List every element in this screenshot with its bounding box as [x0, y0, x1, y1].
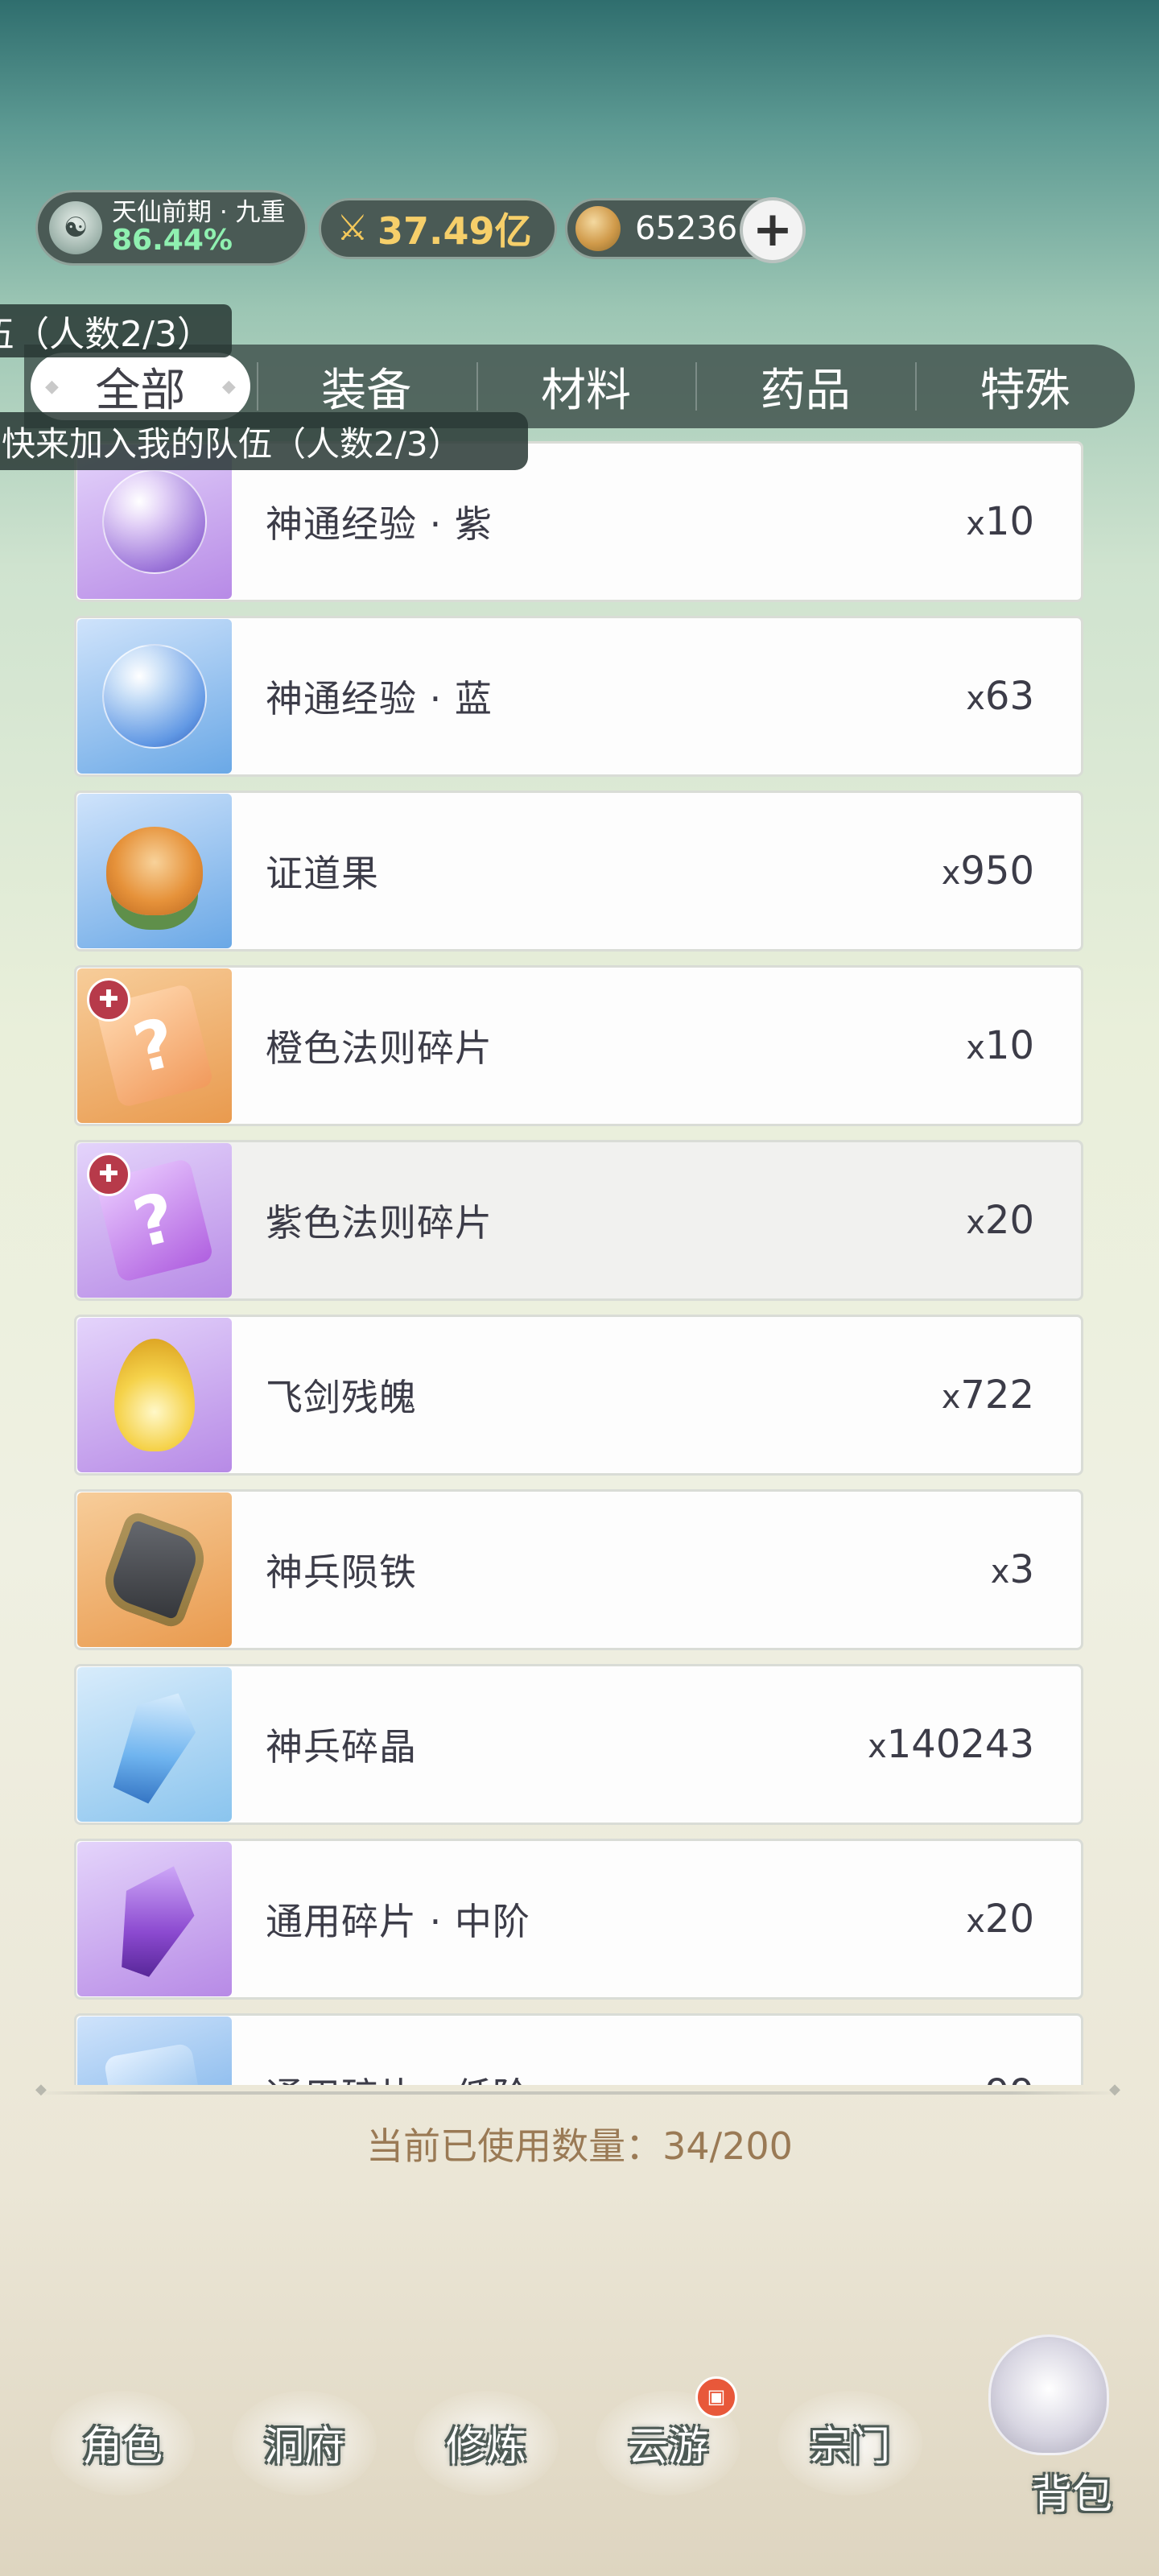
item-name: 紫色法则碎片	[266, 1201, 493, 1245]
item-count: x140243	[868, 1722, 1034, 1767]
crossed-swords-icon: ⚔	[336, 208, 369, 249]
list-divider	[35, 2081, 1120, 2098]
item-count: x99	[966, 2071, 1034, 2085]
nav-cave[interactable]: 洞府	[224, 2383, 385, 2504]
item-count: x20	[966, 1897, 1034, 1942]
combat-power[interactable]: ⚔ 37.49亿	[319, 198, 557, 259]
list-item[interactable]: 神通经验 · 蓝 x63	[74, 616, 1083, 777]
nav-label: 修炼	[446, 2423, 526, 2470]
blue-exp-orb-icon	[77, 619, 232, 774]
tab-special[interactable]: 特殊	[915, 345, 1135, 428]
nav-label: 宗门	[810, 2423, 890, 2470]
list-item[interactable]: 证道果 x950	[74, 791, 1083, 952]
crystal-shard-icon	[77, 1667, 232, 1822]
list-item[interactable]: 通用碎片 · 低阶 x99	[74, 2013, 1083, 2085]
coin-value: 65236	[635, 210, 738, 247]
purple-law-fragment-icon: ? ✚	[77, 1143, 232, 1298]
bottom-nav: 角色 洞府 修炼 云游 ▣ 宗门 背包	[0, 2334, 1159, 2536]
power-value: 37.49亿	[377, 209, 532, 253]
nav-character[interactable]: 角色	[42, 2383, 203, 2504]
list-item[interactable]: ? ✚ 橙色法则碎片 x10	[74, 965, 1083, 1126]
nav-sect[interactable]: 宗门	[769, 2383, 930, 2504]
nav-label: 洞府	[264, 2423, 344, 2470]
team-invite-message[interactable]: 快来加入我的队伍（人数2/3）	[0, 412, 528, 470]
list-item[interactable]: 神兵陨铁 x3	[74, 1489, 1083, 1650]
nav-label: 角色	[82, 2423, 163, 2470]
inventory-list[interactable]: 神通经验 · 紫 x10 神通经验 · 蓝 x63 证道果 x950 ? ✚ 橙…	[74, 441, 1083, 2085]
tab-all[interactable]: 全部	[31, 353, 250, 420]
spirit-stone-icon	[575, 206, 621, 251]
item-name: 神通经验 · 蓝	[266, 677, 493, 720]
puzzle-badge-icon: ✚	[87, 1153, 130, 1196]
item-count: x10	[966, 499, 1034, 544]
nav-label: 云游	[628, 2423, 708, 2470]
item-name: 神通经验 · 紫	[266, 502, 493, 546]
meteor-iron-icon	[77, 1492, 232, 1647]
list-item[interactable]: 神兵碎晶 x140243	[74, 1664, 1083, 1825]
list-item[interactable]: 通用碎片 · 中阶 x20	[74, 1839, 1083, 2000]
capacity-usage: 当前已使用数量：34/200	[0, 2117, 1159, 2170]
nav-label: 背包	[1032, 2471, 1112, 2518]
item-count: x950	[941, 848, 1034, 894]
usage-value: 34/200	[662, 2124, 793, 2168]
orange-law-fragment-icon: ? ✚	[77, 968, 232, 1123]
item-count: x3	[990, 1547, 1034, 1592]
dao-fruit-icon	[77, 794, 232, 948]
item-count: x63	[966, 674, 1034, 719]
realm-status[interactable]: ☯ 天仙前期 · 九重 86.44%	[35, 190, 307, 266]
list-item[interactable]: 飞剑残魄 x722	[74, 1315, 1083, 1476]
team-invite-banner[interactable]: 伍（人数2/3）	[0, 304, 232, 357]
realm-text: 天仙前期 · 九重 86.44%	[112, 200, 286, 256]
tab-medicine[interactable]: 药品	[695, 345, 915, 428]
treasure-chest-icon: ▣	[695, 2376, 737, 2418]
item-name: 橙色法则碎片	[266, 1026, 493, 1070]
list-item[interactable]: ? ✚ 紫色法则碎片 x20	[74, 1140, 1083, 1301]
realm-name: 天仙前期 · 九重	[112, 197, 286, 227]
item-name: 神兵陨铁	[266, 1550, 417, 1594]
item-name: 通用碎片 · 中阶	[266, 1900, 530, 1943]
purple-shard-icon	[77, 1842, 232, 1996]
realm-progress: 86.44%	[112, 224, 233, 258]
puzzle-badge-icon: ✚	[87, 978, 130, 1022]
item-name: 通用碎片 · 低阶	[266, 2067, 966, 2085]
sword-soul-flame-icon	[77, 1318, 232, 1472]
nav-travel[interactable]: 云游 ▣	[588, 2376, 749, 2504]
nav-cultivate[interactable]: 修炼	[406, 2383, 567, 2504]
item-count: x722	[941, 1373, 1034, 1418]
item-name: 证道果	[266, 852, 379, 895]
blue-shard-icon	[77, 2017, 232, 2085]
immortal-avatar-icon: ☯	[49, 201, 102, 254]
item-count: x10	[966, 1023, 1034, 1068]
usage-label: 当前已使用数量：	[366, 2124, 663, 2168]
spirit-stone-balance: 65236 +	[565, 197, 806, 263]
item-name: 神兵碎晶	[266, 1725, 417, 1769]
item-name: 飞剑残魄	[266, 1376, 417, 1419]
nav-bag[interactable]: 背包	[992, 2431, 1153, 2552]
item-count: x20	[966, 1198, 1034, 1243]
add-currency-button[interactable]: +	[740, 197, 806, 263]
